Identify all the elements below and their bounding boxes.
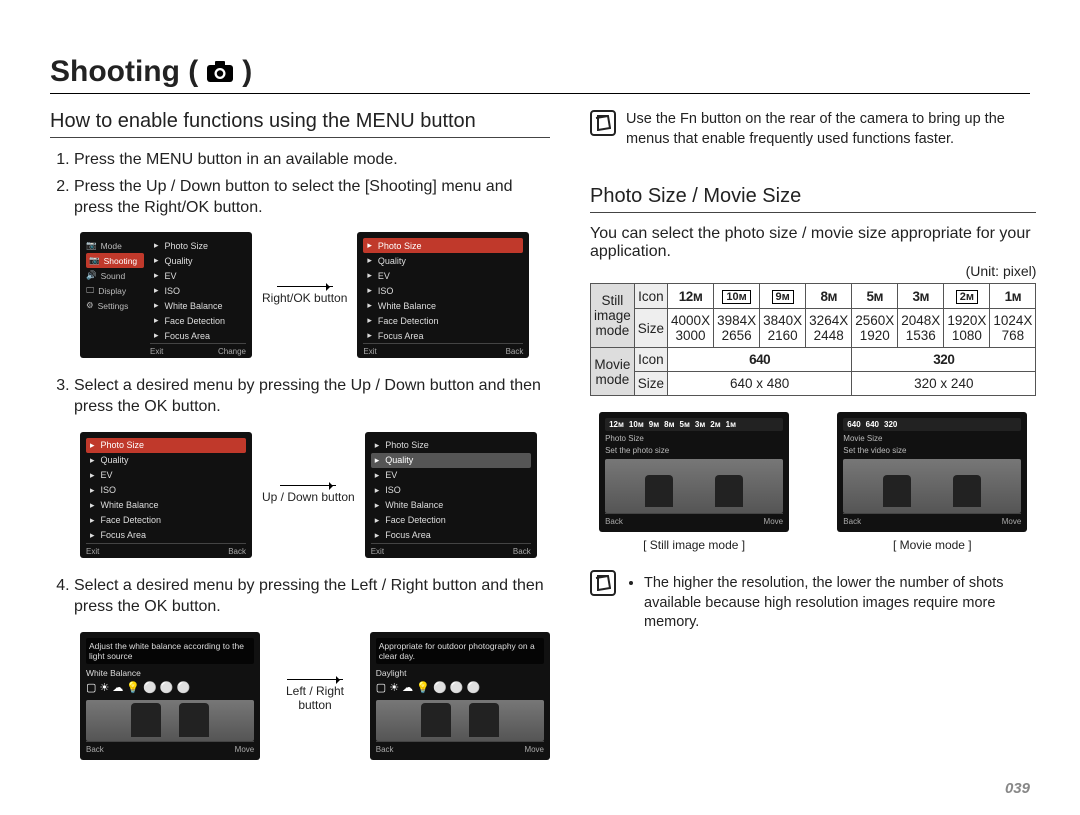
arrow-caption: Right/OK button bbox=[262, 291, 347, 305]
arrow-icon bbox=[287, 679, 343, 680]
wb-screenshot-a: Adjust the white balance according to th… bbox=[80, 632, 260, 760]
tip-text-1: Use the Fn button on the rear of the cam… bbox=[626, 110, 1036, 149]
icon-header: Icon bbox=[634, 284, 667, 309]
preview-row: 12ᴍ10ᴍ9ᴍ8ᴍ5ᴍ3ᴍ2ᴍ1ᴍ Photo Size Set the ph… bbox=[590, 412, 1036, 552]
tip-bullet: The higher the resolution, the lower the… bbox=[644, 574, 1036, 633]
camera-icon bbox=[206, 61, 234, 83]
menu-screenshot-1b: ▸ Photo Size ▸ Quality ▸ EV ▸ ISO ▸ Whit… bbox=[357, 232, 529, 358]
section-rule-right bbox=[590, 212, 1036, 213]
arrow-caption: Left / Right button bbox=[270, 684, 360, 712]
arrow-caption: Up / Down button bbox=[262, 490, 355, 504]
arrow-icon bbox=[280, 485, 336, 486]
unit-label: (Unit: pixel) bbox=[590, 263, 1036, 279]
note-icon bbox=[590, 570, 616, 596]
step-2: Press the Up / Down button to select the… bbox=[74, 177, 550, 219]
menu-pair-3: Adjust the white balance according to th… bbox=[80, 632, 550, 760]
tip-box-1: Use the Fn button on the rear of the cam… bbox=[590, 110, 1036, 149]
title-text-suffix: ) bbox=[242, 55, 252, 89]
size-table: Still image mode Icon 12ᴍ 10ᴍ 9ᴍ 8ᴍ 5ᴍ 3… bbox=[590, 283, 1036, 396]
preview-movie: 640640320 Movie Size Set the video size … bbox=[837, 412, 1027, 552]
right-column: Use the Fn button on the rear of the cam… bbox=[590, 110, 1036, 778]
preview-still: 12ᴍ10ᴍ9ᴍ8ᴍ5ᴍ3ᴍ2ᴍ1ᴍ Photo Size Set the ph… bbox=[599, 412, 789, 552]
steps-list-2: Select a desired menu by pressing the Up… bbox=[50, 376, 550, 418]
title-rule bbox=[50, 93, 1030, 94]
arrow-label-3: Left / Right button bbox=[270, 679, 360, 712]
steps-list-3: Select a desired menu by pressing the Le… bbox=[50, 576, 550, 618]
section-rule-left bbox=[50, 137, 550, 138]
section-heading-left: How to enable functions using the MENU b… bbox=[50, 110, 550, 133]
title-text-prefix: Shooting ( bbox=[50, 55, 198, 89]
step-1: Press the MENU button in an available mo… bbox=[74, 150, 550, 171]
arrow-label-2: Up / Down button bbox=[262, 485, 355, 504]
wb-screenshot-b: Appropriate for outdoor photography on a… bbox=[370, 632, 550, 760]
steps-list: Press the MENU button in an available mo… bbox=[50, 150, 550, 218]
still-mode-header: Still image mode bbox=[591, 284, 635, 348]
note-icon bbox=[590, 110, 616, 136]
menu-screenshot-1a: 📷 Mode 📷 Shooting 🔊 Sound 🖵 Display ⚙ Se… bbox=[80, 232, 252, 358]
movie-mode-header: Movie mode bbox=[591, 348, 635, 396]
step-3: Select a desired menu by pressing the Up… bbox=[74, 376, 550, 418]
left-column: How to enable functions using the MENU b… bbox=[50, 110, 550, 778]
menu-pair-2: ▸ Photo Size ▸ Quality ▸ EV ▸ ISO ▸ Whit… bbox=[80, 432, 550, 558]
arrow-icon bbox=[277, 286, 333, 287]
section-heading-right: Photo Size / Movie Size bbox=[590, 185, 1036, 208]
page-title: Shooting ( ) bbox=[50, 55, 1030, 89]
section-intro: You can select the photo size / movie si… bbox=[590, 225, 1036, 261]
preview-caption: [ Still image mode ] bbox=[643, 538, 745, 552]
preview-caption: [ Movie mode ] bbox=[893, 538, 972, 552]
menu-screenshot-2b: ▸ Photo Size ▸ Quality ▸ EV ▸ ISO ▸ Whit… bbox=[365, 432, 537, 558]
size-header: Size bbox=[634, 309, 667, 348]
tip-bullets: The higher the resolution, the lower the… bbox=[626, 574, 1036, 637]
step-4: Select a desired menu by pressing the Le… bbox=[74, 576, 550, 618]
menu-screenshot-2a: ▸ Photo Size ▸ Quality ▸ EV ▸ ISO ▸ Whit… bbox=[80, 432, 252, 558]
menu-pair-1: 📷 Mode 📷 Shooting 🔊 Sound 🖵 Display ⚙ Se… bbox=[80, 232, 550, 358]
page-number: 039 bbox=[1005, 780, 1030, 797]
arrow-label-1: Right/OK button bbox=[262, 286, 347, 305]
tip-box-2: The higher the resolution, the lower the… bbox=[590, 570, 1036, 637]
